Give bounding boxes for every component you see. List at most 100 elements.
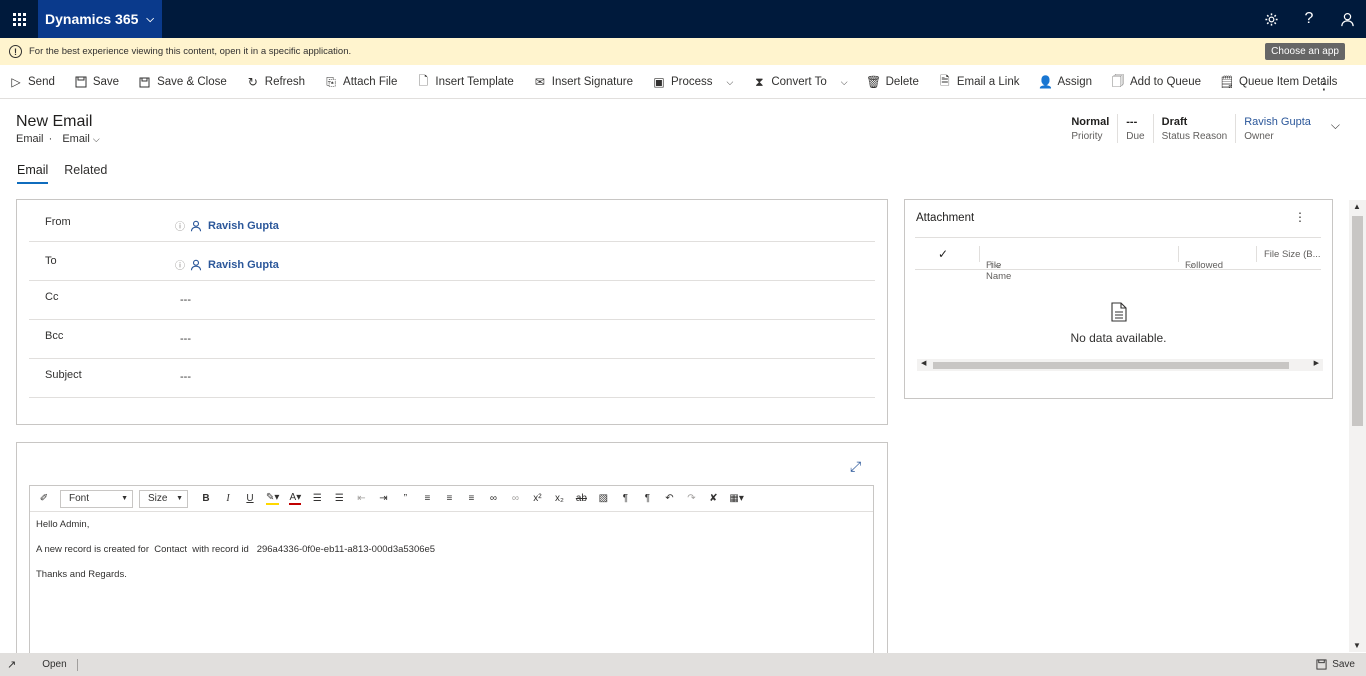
profile-button[interactable]: [1328, 0, 1366, 38]
scroll-up-icon[interactable]: ▲: [1353, 202, 1361, 211]
rich-text-editor[interactable]: ✐ Font ▼ Size ▼ B I U ✎▾ A▾ ☰ ☰ ⇤ ⇥ ” ≡ ≡ …: [29, 485, 874, 665]
user-icon: [190, 220, 202, 231]
body-line: A new record is created for Contact with…: [36, 544, 436, 555]
expand-editor-icon[interactable]: ⤢: [850, 458, 861, 475]
unlink-icon[interactable]: ∞: [509, 493, 521, 504]
send-button[interactable]: ▷ Send: [9, 75, 54, 89]
tab-email[interactable]: Email: [17, 163, 49, 184]
font-color-icon[interactable]: A▾: [289, 492, 302, 505]
horizontal-scrollbar[interactable]: ◀ ▶: [917, 359, 1323, 371]
superscript-icon[interactable]: x²: [531, 493, 543, 504]
chevron-down-icon[interactable]: ⌵: [841, 77, 848, 88]
status-divider: [76, 658, 78, 671]
chevron-down-icon[interactable]: ⌵: [727, 77, 734, 88]
numbered-list-icon[interactable]: ☰: [333, 493, 345, 504]
assign-icon: 👤: [1038, 75, 1053, 89]
open-in-new-window-icon[interactable]: ↗: [7, 658, 16, 671]
ltr-direction-icon[interactable]: ¶: [619, 493, 631, 504]
scroll-left-icon[interactable]: ◀: [921, 359, 926, 367]
help-icon: ?: [1304, 10, 1314, 27]
scroll-down-icon[interactable]: ▼: [1353, 641, 1361, 650]
entity-name: Email: [16, 133, 44, 145]
form-selector[interactable]: Email ⌵: [62, 133, 99, 145]
bold-icon[interactable]: B: [200, 493, 212, 504]
redo-icon[interactable]: ↷: [685, 493, 697, 504]
status-bar: ↗ Open Save: [0, 653, 1366, 676]
subject-input[interactable]: ---: [180, 371, 191, 383]
bcc-input[interactable]: ---: [180, 333, 191, 345]
settings-button[interactable]: [1252, 0, 1290, 38]
refresh-button[interactable]: ↻ Refresh: [246, 75, 305, 89]
send-icon: ▷: [11, 75, 21, 89]
subscript-icon[interactable]: x₂: [553, 493, 565, 504]
email-link-button[interactable]: 🗎 Email a Link: [938, 73, 1019, 89]
scrollbar-thumb[interactable]: [933, 362, 1289, 369]
select-all-checkmark-icon[interactable]: ✓: [938, 247, 948, 261]
size-select[interactable]: Size ▼: [139, 489, 188, 508]
link-icon[interactable]: ∞: [487, 493, 499, 504]
align-right-icon[interactable]: ≡: [465, 493, 477, 504]
image-icon[interactable]: ▧: [597, 493, 609, 504]
tab-related[interactable]: Related: [64, 163, 107, 184]
save-close-button[interactable]: Save & Close: [138, 75, 227, 89]
format-painter-icon[interactable]: ✐: [38, 493, 50, 504]
lookup-info-icon: ⓘ: [175, 222, 185, 233]
attachment-grid-header: ✓ File Name ↑ ⌵ Followed ⌵ File Size (B..…: [915, 237, 1321, 282]
template-icon: 🗋: [418, 73, 429, 88]
table-icon[interactable]: ▦▾: [729, 493, 743, 504]
assign-button[interactable]: 👤 Assign: [1038, 75, 1092, 89]
more-options-icon[interactable]: ⋮: [1294, 210, 1306, 224]
editor-content[interactable]: Hello Admin, A new record is created for…: [30, 512, 873, 601]
chevron-down-icon[interactable]: ⌵: [1331, 118, 1340, 133]
convert-to-button[interactable]: ⧗ Convert To ⌵: [752, 75, 847, 89]
queue-details-icon: 🗒: [1219, 75, 1235, 89]
undo-icon[interactable]: ↶: [663, 493, 675, 504]
warning-icon: !: [9, 45, 22, 58]
italic-icon[interactable]: I: [222, 493, 234, 504]
app-launcher-button[interactable]: [0, 0, 38, 38]
field-subject: Subject ---: [29, 359, 875, 398]
highlight-color-icon[interactable]: ✎▾: [266, 492, 280, 505]
from-lookup-link[interactable]: Ravish Gupta: [208, 220, 279, 232]
add-to-queue-button[interactable]: 🗍 Add to Queue: [1111, 74, 1201, 89]
cc-input[interactable]: ---: [180, 294, 191, 306]
bullet-list-icon[interactable]: ☰: [311, 493, 323, 504]
gear-icon: [1264, 12, 1278, 26]
owner-link[interactable]: Ravish Gupta: [1244, 114, 1311, 130]
choose-app-button[interactable]: Choose an app: [1265, 43, 1345, 60]
scroll-right-icon[interactable]: ▶: [1314, 359, 1319, 367]
decrease-indent-icon[interactable]: ⇤: [355, 493, 367, 504]
notification-bar: ! For the best experience viewing this c…: [0, 38, 1366, 65]
insert-template-button[interactable]: 🗋 Insert Template: [416, 73, 514, 89]
rtl-direction-icon[interactable]: ¶: [641, 493, 653, 504]
underline-icon[interactable]: U: [244, 493, 256, 504]
signature-icon: ✉: [534, 75, 545, 89]
email-link-icon: 🗎: [940, 73, 950, 88]
insert-signature-button[interactable]: ✉ Insert Signature: [533, 75, 633, 89]
save-button[interactable]: Save: [74, 75, 119, 89]
strikethrough-icon[interactable]: ab: [575, 493, 587, 504]
app-brand[interactable]: Dynamics 365 ⌵: [38, 0, 162, 38]
no-data-message: No data available.: [1070, 331, 1167, 345]
attach-file-button[interactable]: ⎘ Attach File: [324, 75, 397, 89]
clear-formatting-icon[interactable]: ✘: [707, 493, 719, 504]
more-commands-icon[interactable]: ⋮: [1316, 74, 1332, 94]
increase-indent-icon[interactable]: ⇥: [377, 493, 389, 504]
blockquote-icon[interactable]: ”: [399, 493, 411, 504]
process-button[interactable]: ▣ Process ⌵: [652, 75, 733, 89]
command-bar: ▷ Send Save Save & Close ↻ Refresh ⎘ Attach…: [0, 66, 1366, 99]
status-save-button[interactable]: Save: [1316, 659, 1355, 670]
save-icon: [1316, 659, 1327, 670]
align-left-icon[interactable]: ≡: [421, 493, 433, 504]
scrollbar-thumb[interactable]: [1352, 216, 1363, 426]
column-file-size[interactable]: File Size (B...: [1264, 249, 1321, 260]
help-button[interactable]: ?: [1290, 0, 1328, 38]
header-field-due: --- Due: [1117, 114, 1152, 143]
align-center-icon[interactable]: ≡: [443, 493, 455, 504]
to-lookup-link[interactable]: Ravish Gupta: [208, 259, 279, 271]
page-scrollbar[interactable]: ▲ ▼: [1349, 200, 1366, 652]
empty-state: No data available.: [905, 302, 1332, 345]
save-close-icon: [138, 75, 152, 89]
font-select[interactable]: Font ▼: [60, 489, 133, 508]
delete-button[interactable]: 🗑 Delete: [866, 75, 919, 89]
